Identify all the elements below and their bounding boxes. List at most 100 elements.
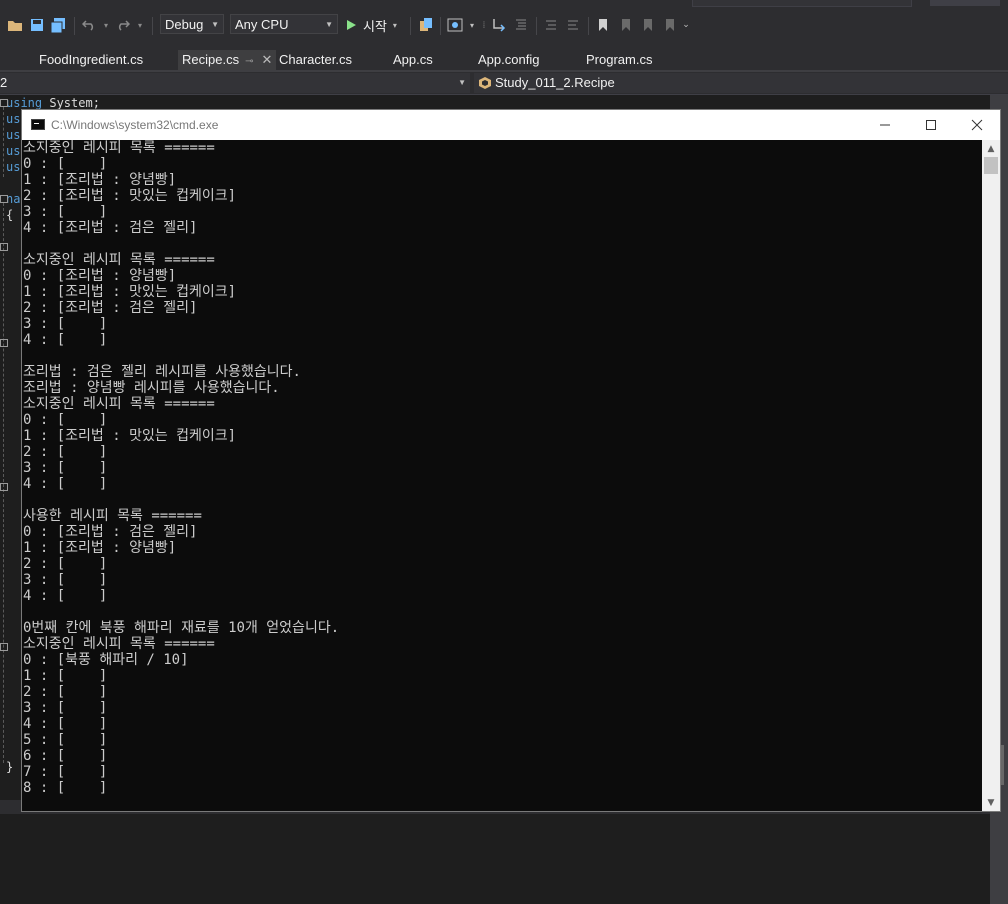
- scrollbar-thumb[interactable]: [984, 157, 998, 174]
- pin-icon[interactable]: ⊸: [245, 56, 253, 67]
- minimize-button[interactable]: [862, 110, 908, 140]
- console-line: 조리법 : 양념빵 레시피를 사용했습니다.: [23, 380, 280, 396]
- code-fragment: us: [6, 112, 21, 126]
- console-title: C:\Windows\system32\cmd.exe: [51, 118, 219, 132]
- outline-guide: [3, 107, 5, 177]
- undo-dropdown-icon[interactable]: ▾: [100, 8, 112, 42]
- document-tab-strip: FoodIngredient.cs Recipe.cs ⊸ ✕ Character.…: [0, 50, 1008, 72]
- bookmark-icon[interactable]: [594, 8, 612, 42]
- close-icon[interactable]: ✕: [261, 52, 272, 67]
- start-label: 시작: [363, 19, 387, 35]
- platform-value: Any CPU: [235, 17, 289, 32]
- redo-icon[interactable]: [114, 8, 132, 42]
- chevron-down-icon[interactable]: ▾: [466, 8, 478, 42]
- close-button[interactable]: [954, 110, 1000, 140]
- previous-bookmark-icon[interactable]: [616, 8, 634, 42]
- code-fragment: us: [6, 160, 21, 174]
- start-button[interactable]: 시작 ▾: [346, 14, 397, 36]
- console-output[interactable]: 소지중인 레시피 목록 ====== 0 : [ ] 1 : [조리법 : 양념빵]…: [22, 140, 982, 811]
- comment-lines-icon[interactable]: [542, 8, 560, 42]
- step-into-icon[interactable]: [490, 8, 508, 42]
- console-line: 2 : [ ]: [23, 684, 108, 700]
- scroll-down-icon[interactable]: ▼: [982, 794, 1000, 811]
- keyword: using: [6, 96, 43, 110]
- console-line: 7 : [ ]: [23, 764, 108, 780]
- clear-bookmarks-icon[interactable]: [660, 8, 678, 42]
- console-line: 0번째 칸에 북풍 해파리 재료를 10개 얻었습니다.: [23, 620, 340, 636]
- code-fragment: na: [6, 192, 21, 206]
- console-line: 4 : [ ]: [23, 716, 108, 732]
- quick-launch-search[interactable]: [692, 0, 912, 7]
- collapse-icon[interactable]: [0, 195, 8, 203]
- tab-label: FoodIngredient.cs: [39, 52, 144, 67]
- console-line: 3 : [ ]: [23, 204, 108, 220]
- console-line: 3 : [ ]: [23, 316, 108, 332]
- console-line: 4 : [ ]: [23, 332, 108, 348]
- project-dropdown[interactable]: 2 ▼: [0, 73, 470, 93]
- tab-label: App.config: [478, 52, 540, 67]
- undo-icon[interactable]: [80, 8, 98, 42]
- console-line: 2 : [조리법 : 검은 젤리]: [23, 300, 198, 316]
- open-folder-icon[interactable]: [6, 8, 24, 42]
- collapse-icon[interactable]: [0, 643, 8, 651]
- type-dropdown[interactable]: Study_011_2.Recipe: [474, 73, 1008, 93]
- browser-link-icon[interactable]: [416, 8, 436, 42]
- console-line: 1 : [조리법 : 맛있는 컵케이크]: [23, 284, 237, 300]
- collapse-icon[interactable]: [0, 483, 8, 491]
- console-line: 소지중인 레시피 목록 ======: [23, 140, 215, 156]
- tab-label: App.cs: [393, 52, 433, 67]
- console-line: 8 : [ ]: [23, 780, 108, 796]
- scroll-up-icon[interactable]: ▲: [982, 140, 1000, 157]
- tab-app-cs[interactable]: App.cs: [393, 50, 433, 70]
- redo-dropdown-icon[interactable]: ▾: [134, 8, 146, 42]
- tab-foodingredient[interactable]: FoodIngredient.cs: [39, 50, 143, 70]
- console-line: 0 : [ ]: [23, 412, 108, 428]
- toolbar-overflow-icon[interactable]: ⌄: [680, 8, 692, 42]
- minimize-icon: [880, 124, 890, 126]
- console-line: 3 : [ ]: [23, 700, 108, 716]
- console-line: 4 : [ ]: [23, 588, 108, 604]
- collapse-icon[interactable]: [0, 99, 8, 107]
- project-value: 2: [0, 75, 8, 90]
- collapse-icon[interactable]: [0, 243, 8, 251]
- save-icon[interactable]: [28, 8, 46, 42]
- console-scrollbar[interactable]: ▲ ▼: [982, 140, 1000, 811]
- console-app-icon: [31, 119, 45, 130]
- console-line: 4 : [조리법 : 검은 젤리]: [23, 220, 198, 236]
- account-area[interactable]: [930, 0, 1000, 6]
- console-line: 1 : [조리법 : 양념빵]: [23, 540, 177, 556]
- console-line: 소지중인 레시피 목록 ======: [23, 252, 215, 268]
- console-window[interactable]: C:\Windows\system32\cmd.exe 소지중인 레시피 목록 …: [22, 110, 1000, 811]
- console-title-bar[interactable]: C:\Windows\system32\cmd.exe: [22, 110, 1000, 140]
- maximize-button[interactable]: [908, 110, 954, 140]
- solution-platform-select[interactable]: Any CPU ▼: [230, 14, 338, 34]
- code-line-1: using System;: [6, 95, 100, 111]
- tab-recipe[interactable]: Recipe.cs ⊸ ✕: [178, 50, 277, 70]
- standard-toolbar: ▾ ▾ Debug ▼ Any CPU ▼ 시작 ▾ ▾ ⁞ ⌄: [0, 8, 1008, 42]
- solution-explorer-icon[interactable]: [446, 8, 464, 42]
- format-document-icon[interactable]: [512, 8, 530, 42]
- title-strip: [0, 0, 1008, 8]
- console-line: 소지중인 레시피 목록 ======: [23, 396, 215, 412]
- tab-label: Recipe.cs: [182, 52, 240, 67]
- console-line: 3 : [ ]: [23, 572, 108, 588]
- console-line: 조리법 : 검은 젤리 레시피를 사용했습니다.: [23, 364, 301, 380]
- console-line: 2 : [ ]: [23, 444, 108, 460]
- tab-app-config[interactable]: App.config: [478, 50, 539, 70]
- uncomment-lines-icon[interactable]: [564, 8, 582, 42]
- code-fragment: us: [6, 144, 21, 158]
- tab-character[interactable]: Character.cs: [279, 50, 352, 70]
- solution-config-select[interactable]: Debug ▼: [160, 14, 224, 34]
- maximize-icon: [926, 120, 936, 130]
- console-line: 2 : [조리법 : 맛있는 컵케이크]: [23, 188, 237, 204]
- chevron-down-icon: ▾: [392, 20, 397, 30]
- tab-program[interactable]: Program.cs: [586, 50, 652, 70]
- save-all-icon[interactable]: [50, 8, 68, 42]
- console-line: 0 : [북풍 해파리 / 10]: [23, 652, 189, 668]
- chevron-down-icon: ▼: [211, 20, 219, 29]
- collapse-icon[interactable]: [0, 339, 8, 347]
- next-bookmark-icon[interactable]: [638, 8, 656, 42]
